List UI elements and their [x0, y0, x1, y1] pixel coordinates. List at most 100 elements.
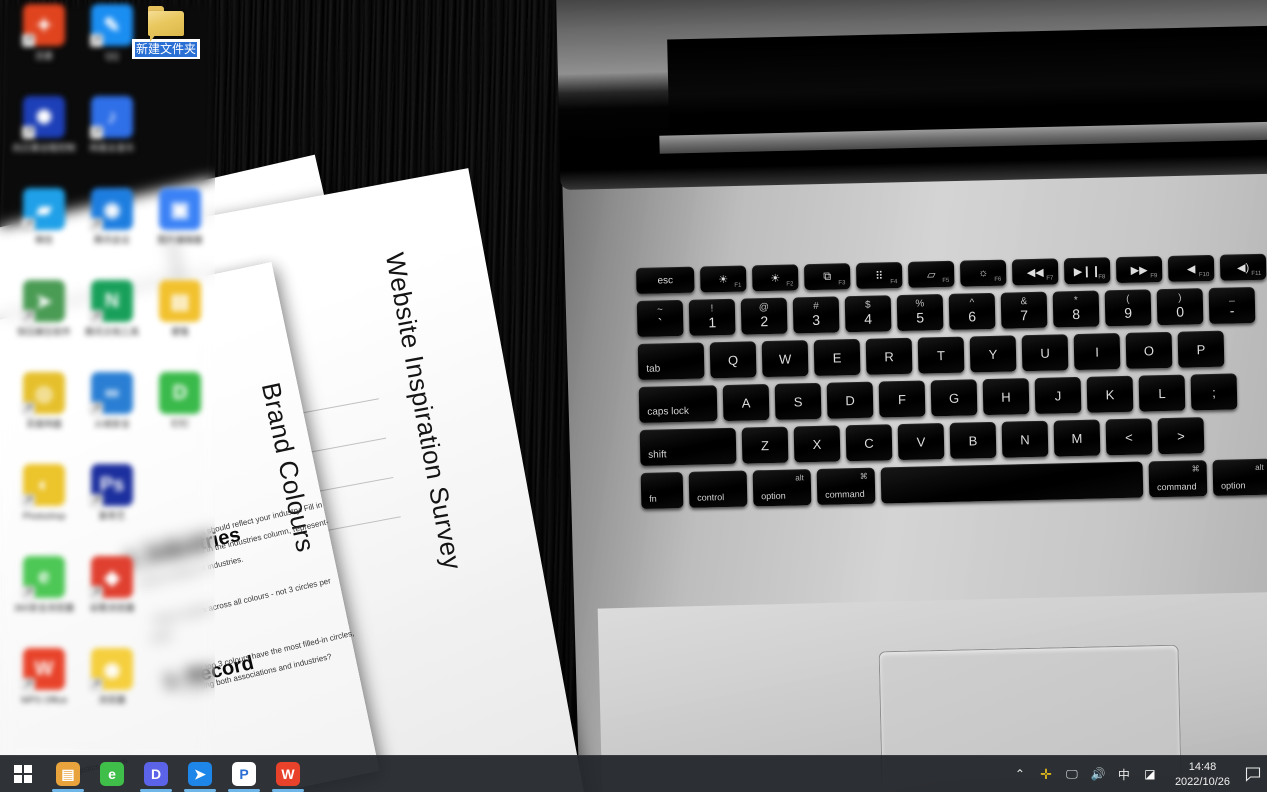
- desktop-icon-glyph: ♪ ↗: [90, 96, 133, 139]
- key-o: O: [1125, 331, 1173, 369]
- desktop-icon-glyph: ▰ ↗: [22, 188, 65, 231]
- shortcut-arrow-icon: ↗: [90, 34, 103, 47]
- key-f: F: [878, 380, 926, 418]
- desktop-icon-glyph: ▣: [159, 188, 201, 230]
- shortcut-arrow-icon: ↗: [22, 494, 35, 507]
- key-option: option alt: [752, 469, 812, 507]
- desktop-icon-label: 图片编辑器: [157, 235, 203, 245]
- key-x: X: [793, 425, 841, 463]
- key-option: option alt: [1212, 458, 1267, 496]
- desktop-icon-label: 向日葵远程控制: [12, 143, 76, 153]
- key-n: N: [1001, 420, 1049, 458]
- key-F6: ☼ F6: [959, 259, 1007, 287]
- key-F8: ▶❙❙ F8: [1063, 257, 1111, 285]
- key-d: D: [826, 381, 874, 419]
- desktop-icon-glyph: ➤ ↗: [22, 280, 65, 323]
- laptop-lid: [556, 0, 1267, 190]
- key--: _ -: [1208, 286, 1256, 325]
- show-hidden-icons[interactable]: ⌃: [1007, 756, 1033, 792]
- desktop-icon-label: WPS Office: [20, 695, 68, 705]
- key-F11: ◀) F11: [1219, 253, 1267, 281]
- folder-rename-input[interactable]: 新建文件夹: [135, 42, 198, 57]
- taskbar-app-button[interactable]: P: [222, 756, 266, 792]
- desktop-icon[interactable]: ♪ ↗ 网易云音乐: [74, 96, 150, 180]
- key-caps-lock: caps lock: [638, 385, 718, 423]
- desktop-icon[interactable]: ▰ ↗ 微信: [6, 188, 82, 272]
- security-shield-icon[interactable]: ✛: [1033, 756, 1059, 792]
- key-shift: shift: [639, 427, 737, 466]
- key-u: U: [1021, 334, 1069, 372]
- taskbar-app-button[interactable]: W: [266, 756, 310, 792]
- shortcut-arrow-icon: ↗: [90, 678, 103, 691]
- shortcut-arrow-icon: ↗: [22, 126, 35, 139]
- desktop-new-folder[interactable]: 新建文件夹: [132, 6, 201, 59]
- shortcut-arrow-icon: ↗: [22, 678, 35, 691]
- volume-icon[interactable]: 🔊: [1085, 756, 1111, 792]
- shortcut-arrow-icon: ↗: [90, 494, 103, 507]
- desktop-icon[interactable]: ◆ ↗ 谷歌浏览器: [74, 556, 150, 640]
- laptop-keyboard: esc ☀ F1 ☀ F2 ⧉ F3 ⠿ F4 ▱ F5 ☼ F6 ◀◀ F7 ▶❙❙ F8 ▶▶ F9 ◀ F10 ◀)…: [636, 252, 1267, 516]
- ime-mode-icon[interactable]: ◪: [1137, 756, 1163, 792]
- desktop-icon-label: 百度网盘: [25, 419, 62, 429]
- desktop-icon[interactable]: Ps ↗ 爱奇艺: [74, 464, 150, 548]
- key-3: #3: [792, 296, 840, 334]
- desktop-icon[interactable]: ∞ ↗ 火绒安全: [74, 372, 150, 456]
- key-command: command ⌘: [1148, 460, 1208, 498]
- key-9: (9: [1104, 289, 1152, 327]
- desktop-icon[interactable]: ➤ ↗ 快压解压软件: [6, 280, 82, 364]
- taskbar-app-button[interactable]: ▤: [46, 756, 90, 792]
- shortcut-arrow-icon: ↗: [22, 402, 35, 415]
- action-center-icon[interactable]: [1239, 756, 1267, 792]
- taskbar-app-icon: P: [232, 762, 256, 786]
- folder-front: [148, 11, 184, 36]
- desktop-icon[interactable]: ◎ ↗ 百度网盘: [6, 372, 82, 456]
- key-0: ) 0: [1156, 288, 1204, 326]
- shortcut-arrow-icon: ↗: [90, 218, 103, 231]
- key-7: & 7: [1000, 291, 1048, 329]
- start-button[interactable]: [0, 756, 46, 792]
- ime-language-icon[interactable]: 中: [1111, 756, 1137, 792]
- desktop-icon[interactable]: ▣ 图片编辑器: [142, 188, 218, 272]
- desktop-icon[interactable]: e ↗ 360安全浏览器: [6, 556, 82, 640]
- desktop-icon-grid[interactable]: ✦ ↗ 迅雷 ✎ ↗ QQ ✺ ↗ 向日葵远程控制 ♪ ↗ 网易云音乐 ▰ ↗ 微信 ◉ ↗ 腾讯会议 ▣ 图片编辑器…: [0, 0, 215, 755]
- desktop-icon[interactable]: N ↗ 腾讯文档工具: [74, 280, 150, 364]
- desktop-icon[interactable]: ◐ ↗ Photoshop: [6, 464, 82, 548]
- system-tray[interactable]: ⌃ ✛ 🖵 🔊 中 ◪: [1007, 756, 1169, 792]
- key-5: % 5: [896, 294, 944, 332]
- desktop-icon[interactable]: D 钉钉: [142, 372, 218, 456]
- desktop-icon-glyph: D: [159, 372, 201, 414]
- desktop-icon-label: 爱奇艺: [98, 511, 126, 521]
- desktop-icon-label: 浏览器: [98, 695, 126, 705]
- desktop-icon-glyph: N ↗: [90, 280, 133, 323]
- desktop-icon-glyph: ✎ ↗: [90, 4, 133, 47]
- taskbar-clock[interactable]: 14:48 2022/10/26: [1169, 756, 1239, 792]
- key-F10: ◀ F10: [1167, 254, 1215, 282]
- desktop-icon[interactable]: ✺ ↗ 向日葵远程控制: [6, 96, 82, 180]
- desktop-icon[interactable]: W ↗ WPS Office: [6, 648, 82, 732]
- desktop-icon[interactable]: ◉ ↗ 腾讯会议: [74, 188, 150, 272]
- key-4: $4: [844, 295, 892, 333]
- shortcut-arrow-icon: ↗: [22, 586, 35, 599]
- folder-rename-box[interactable]: 新建文件夹: [132, 39, 201, 59]
- desktop-icon[interactable]: ▤ 便笺: [142, 280, 218, 364]
- key-b: B: [949, 421, 997, 459]
- desktop-icon-glyph: e ↗: [22, 556, 65, 599]
- taskbar-app-buttons[interactable]: ▤ e D ➤ P W: [46, 756, 310, 792]
- key-g: G: [930, 379, 978, 417]
- taskbar-app-button[interactable]: e: [90, 756, 134, 792]
- network-icon[interactable]: 🖵: [1059, 756, 1085, 792]
- shortcut-arrow-icon: ↗: [90, 310, 103, 323]
- keyboard-caps-row: caps lock A S D F G H J K L;: [638, 371, 1267, 423]
- desktop-icon-label: 腾讯会议: [93, 235, 130, 245]
- taskbar-app-button[interactable]: D: [134, 756, 178, 792]
- taskbar[interactable]: ▤ e D ➤ P W ⌃ ✛ 🖵 🔊 中 ◪ 14:48 2022/10/26: [0, 755, 1267, 792]
- shortcut-arrow-icon: ↗: [90, 402, 103, 415]
- taskbar-app-button[interactable]: ➤: [178, 756, 222, 792]
- desktop-icon-glyph: ◐ ↗: [22, 464, 65, 507]
- keyboard-shift-row: shift Z X C V B N M < >: [639, 414, 1267, 466]
- key-6: ^ 6: [948, 292, 996, 330]
- desktop-icon-glyph: ∞ ↗: [90, 372, 133, 415]
- desktop-icon[interactable]: ✦ ↗ 迅雷: [6, 4, 82, 88]
- key-control: control: [688, 470, 748, 508]
- desktop-icon[interactable]: ◉ ↗ 浏览器: [74, 648, 150, 732]
